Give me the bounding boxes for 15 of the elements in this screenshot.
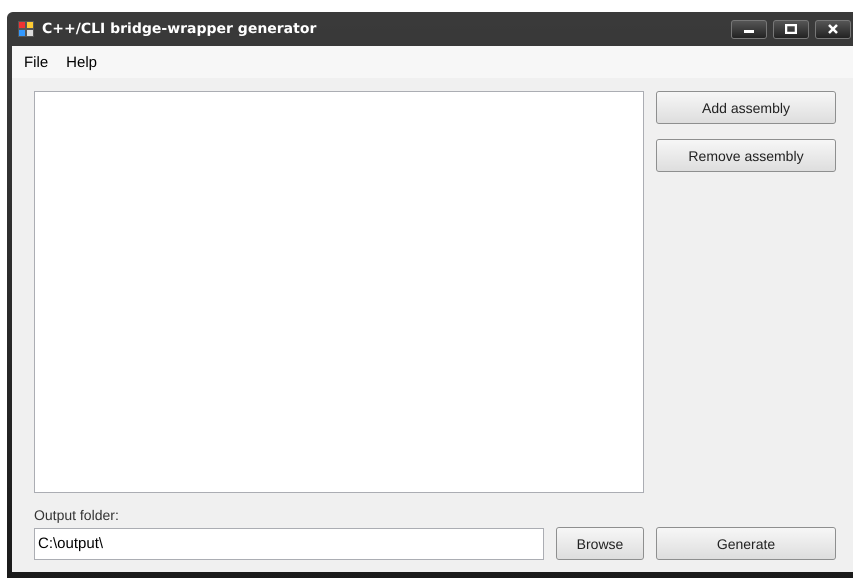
assembly-button[interactable]: Remove assembly	[656, 139, 836, 172]
assembly-button[interactable]: Add assembly	[656, 91, 836, 124]
close-button[interactable]	[815, 20, 851, 38]
window-title: C++/CLI bridge-wrapper generator	[42, 21, 316, 37]
browse-button[interactable]: Browse	[556, 527, 644, 560]
app-icon	[18, 21, 34, 37]
menu-item[interactable]: File	[18, 50, 54, 74]
generate-button[interactable]: Generate	[656, 527, 836, 560]
minimize-button[interactable]	[731, 20, 767, 38]
maximize-icon	[785, 24, 797, 34]
output-folder-label: Output folder:	[34, 507, 120, 523]
maximize-button[interactable]	[773, 20, 809, 38]
close-icon	[827, 24, 839, 34]
menu-item[interactable]: Help	[60, 50, 104, 74]
output-folder-field[interactable]: C:\output\	[34, 528, 544, 560]
